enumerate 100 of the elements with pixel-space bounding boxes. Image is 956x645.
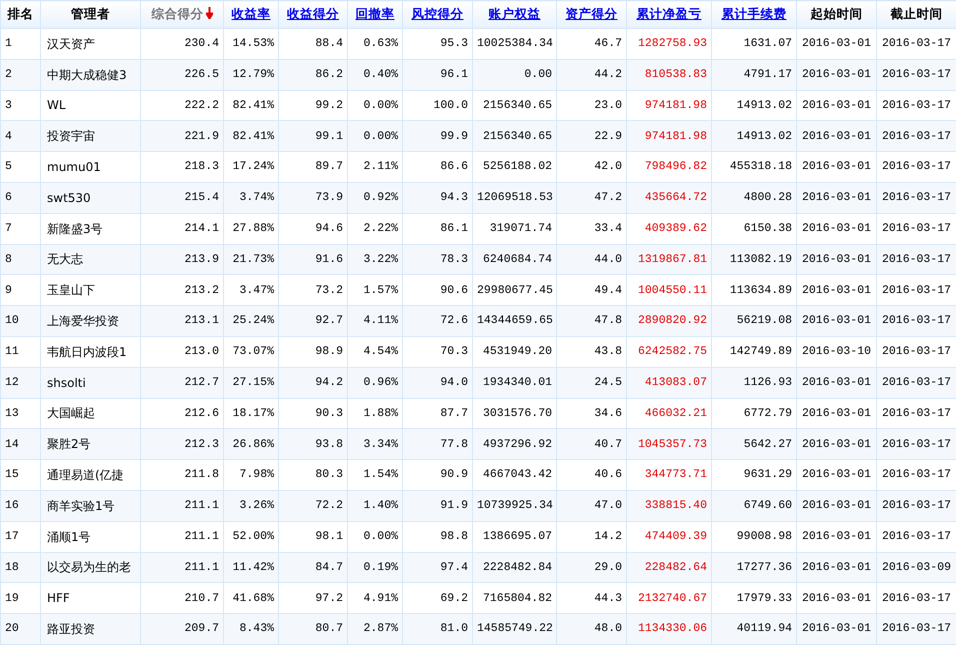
table-cell: 47.2 <box>556 182 626 214</box>
table-cell: 以交易为生的老 <box>40 552 140 583</box>
table-cell: 46.7 <box>556 28 626 60</box>
table-cell: 435664.72 <box>626 182 712 214</box>
table-cell: 商羊实验1号 <box>40 490 140 522</box>
table-cell: 94.3 <box>402 182 472 214</box>
table-cell: 1126.93 <box>712 367 796 398</box>
table-cell: 81.0 <box>402 614 472 644</box>
table-cell: 0.92% <box>348 182 402 214</box>
table-cell: 2016-03-01 <box>796 244 876 275</box>
table-cell: 1934340.01 <box>472 367 556 398</box>
table-cell: 344773.71 <box>626 460 712 490</box>
table-cell: 90.9 <box>402 460 472 490</box>
table-cell: 14913.02 <box>712 120 796 152</box>
table-cell: 2016-03-01 <box>796 521 876 552</box>
table-cell: 211.1 <box>140 552 224 583</box>
table-cell: 99.9 <box>402 120 472 152</box>
table-cell: 82.41% <box>224 120 278 152</box>
table-cell: 8.43% <box>224 614 278 644</box>
table-cell: 4.11% <box>348 306 402 336</box>
table-cell: 2016-03-01 <box>796 460 876 490</box>
table-cell: 14585749.22 <box>472 614 556 644</box>
table-cell: 聚胜2号 <box>40 428 140 460</box>
table-cell: 8 <box>0 244 40 275</box>
table-cell: 142749.89 <box>712 336 796 368</box>
table-cell: 226.5 <box>140 59 224 90</box>
table-cell: 228482.64 <box>626 552 712 583</box>
table-cell: 70.3 <box>402 336 472 368</box>
table-cell: 1386695.07 <box>472 521 556 552</box>
table-cell: 2016-03-01 <box>796 213 876 244</box>
table-cell: 73.9 <box>278 182 348 214</box>
table-cell: 86.1 <box>402 213 472 244</box>
table-cell: 16 <box>0 490 40 522</box>
table-cell: 212.3 <box>140 428 224 460</box>
table-cell: 230.4 <box>140 28 224 60</box>
table-cell: 52.00% <box>224 521 278 552</box>
table-cell: 48.0 <box>556 614 626 644</box>
table-cell: 11.42% <box>224 552 278 583</box>
table-cell: 98.1 <box>278 521 348 552</box>
table-cell: 6 <box>0 182 40 214</box>
table-cell: 4937296.92 <box>472 428 556 460</box>
table-cell: 3.22% <box>348 244 402 275</box>
table-cell: 18 <box>0 552 40 583</box>
table-cell: 2.22% <box>348 213 402 244</box>
table-cell: 94.2 <box>278 367 348 398</box>
table-cell: 78.3 <box>402 244 472 275</box>
table-cell: 1.54% <box>348 460 402 490</box>
table-cell: 2156340.65 <box>472 120 556 152</box>
table-cell: 2890820.92 <box>626 306 712 336</box>
table-cell: 1 <box>0 28 40 60</box>
table-cell: 2016-03-10 <box>796 336 876 368</box>
table-cell: 0.00 <box>472 59 556 90</box>
table-cell: 88.4 <box>278 28 348 60</box>
table-cell: 路亚投资 <box>40 614 140 644</box>
table-cell: 17277.36 <box>712 552 796 583</box>
table-cell: 14.53% <box>224 28 278 60</box>
table-cell: 2 <box>0 59 40 90</box>
table-cell: 211.1 <box>140 521 224 552</box>
table-cell: 11 <box>0 336 40 368</box>
table-cell: 投资宇宙 <box>40 120 140 152</box>
table-cell: 99.1 <box>278 120 348 152</box>
table-cell: 2016-03-17 <box>876 59 956 90</box>
table-cell: 2016-03-17 <box>876 490 956 522</box>
table-cell: swt530 <box>40 182 140 214</box>
table-cell: 42.0 <box>556 152 626 182</box>
table-cell: 2016-03-17 <box>876 244 956 275</box>
table-cell: 25.24% <box>224 306 278 336</box>
table-cell: 1282758.93 <box>626 28 712 60</box>
table-cell: 4800.28 <box>712 182 796 214</box>
table-cell: 5256188.02 <box>472 152 556 182</box>
table-cell: 338815.40 <box>626 490 712 522</box>
table-cell: 汉天资产 <box>40 28 140 60</box>
table-cell: 4667043.42 <box>472 460 556 490</box>
table-cell: 1.40% <box>348 490 402 522</box>
table-cell: 21.73% <box>224 244 278 275</box>
table-cell: 455318.18 <box>712 152 796 182</box>
table-cell: 409389.62 <box>626 213 712 244</box>
table-cell: 2016-03-01 <box>796 490 876 522</box>
table-cell: 2016-03-01 <box>796 428 876 460</box>
table-cell: 26.86% <box>224 428 278 460</box>
table-cell: 40.7 <box>556 428 626 460</box>
table-cell: 96.1 <box>402 59 472 90</box>
table-cell: 10025384.34 <box>472 28 556 60</box>
table-cell: 0.40% <box>348 59 402 90</box>
table-cell: 2016-03-01 <box>796 28 876 60</box>
table-cell: 2016-03-17 <box>876 182 956 214</box>
column-header: 管理者 <box>71 6 110 22</box>
table-cell: 80.3 <box>278 460 348 490</box>
table-cell: 89.7 <box>278 152 348 182</box>
table-cell: 77.8 <box>402 428 472 460</box>
column-header: 截止时间 <box>890 6 942 22</box>
table-cell: 84.7 <box>278 552 348 583</box>
table-cell: 17 <box>0 521 40 552</box>
table-cell: 93.8 <box>278 428 348 460</box>
table-cell: 上海爱华投资 <box>40 306 140 336</box>
sort-down-arrow-icon <box>206 7 212 20</box>
table-cell: 12 <box>0 367 40 398</box>
table-cell: 97.4 <box>402 552 472 583</box>
table-cell: 2016-03-01 <box>796 59 876 90</box>
table-cell: 72.6 <box>402 306 472 336</box>
